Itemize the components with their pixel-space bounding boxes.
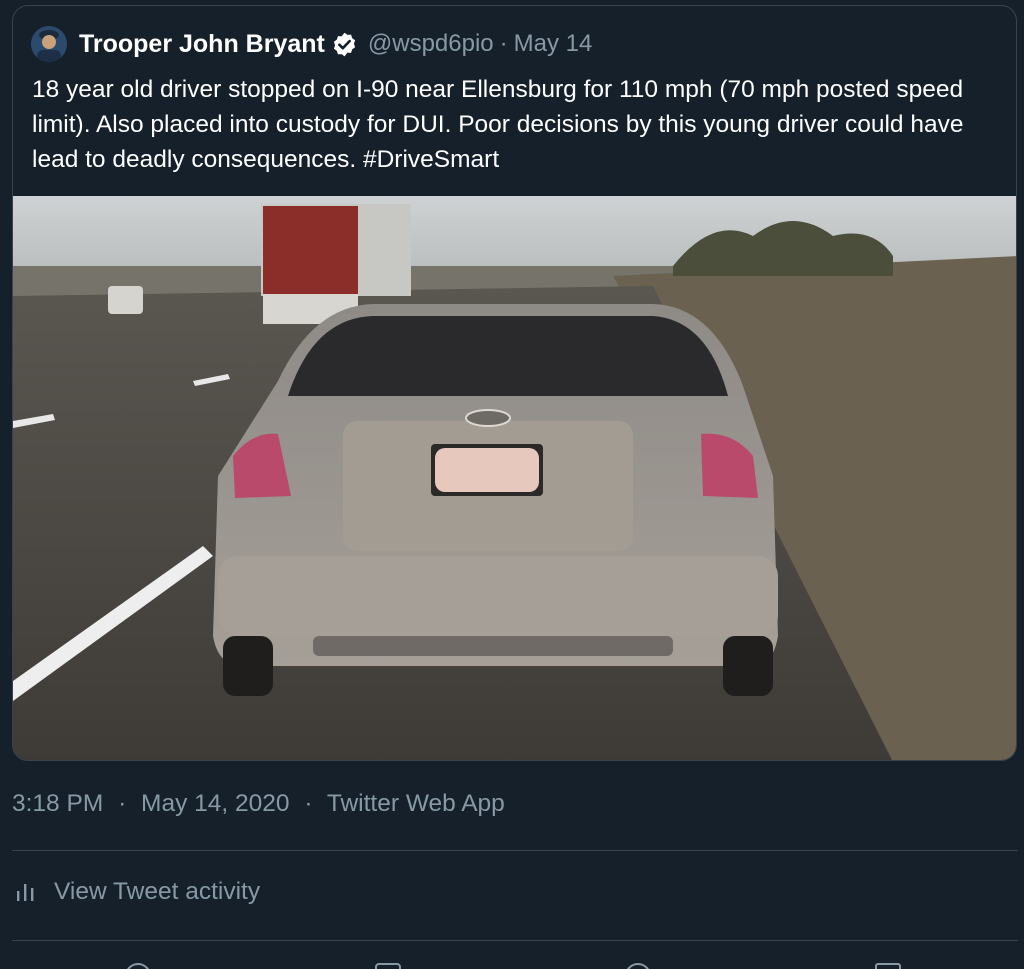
tweet-media-image[interactable]: [13, 196, 1016, 760]
quoted-tweet-date[interactable]: May 14: [514, 30, 593, 58]
quoted-tweet-text: 18 year old driver stopped on I-90 near …: [32, 76, 964, 173]
reply-icon[interactable]: [125, 963, 151, 969]
quoted-tweet-card[interactable]: Trooper John Bryant @wspd6pio · May 14 1…: [12, 5, 1017, 761]
author-avatar[interactable]: [31, 26, 67, 62]
divider: [12, 940, 1018, 941]
quoted-tweet-header: Trooper John Bryant @wspd6pio · May 14: [31, 26, 592, 62]
tweet-meta: 3:18 PM · May 14, 2020 · Twitter Web App: [12, 790, 505, 818]
tweet-action-bar: [0, 955, 1024, 969]
share-icon[interactable]: [875, 963, 901, 969]
author-name[interactable]: Trooper John Bryant: [79, 30, 325, 59]
meta-separator: ·: [118, 790, 127, 817]
activity-label: View Tweet activity: [54, 878, 261, 905]
tweet-date[interactable]: May 14, 2020: [141, 790, 289, 817]
divider: [12, 850, 1018, 851]
analytics-bar-icon: [14, 880, 38, 904]
view-tweet-activity-link[interactable]: View Tweet activity: [14, 878, 260, 906]
tweet-source[interactable]: Twitter Web App: [327, 790, 505, 817]
header-separator: ·: [499, 30, 508, 57]
author-handle[interactable]: @wspd6pio: [368, 30, 494, 58]
verified-badge-icon: [331, 31, 358, 58]
retweet-icon[interactable]: [375, 963, 401, 969]
meta-separator: ·: [304, 790, 313, 817]
like-icon[interactable]: [625, 963, 651, 969]
tweet-time[interactable]: 3:18 PM: [12, 790, 103, 817]
